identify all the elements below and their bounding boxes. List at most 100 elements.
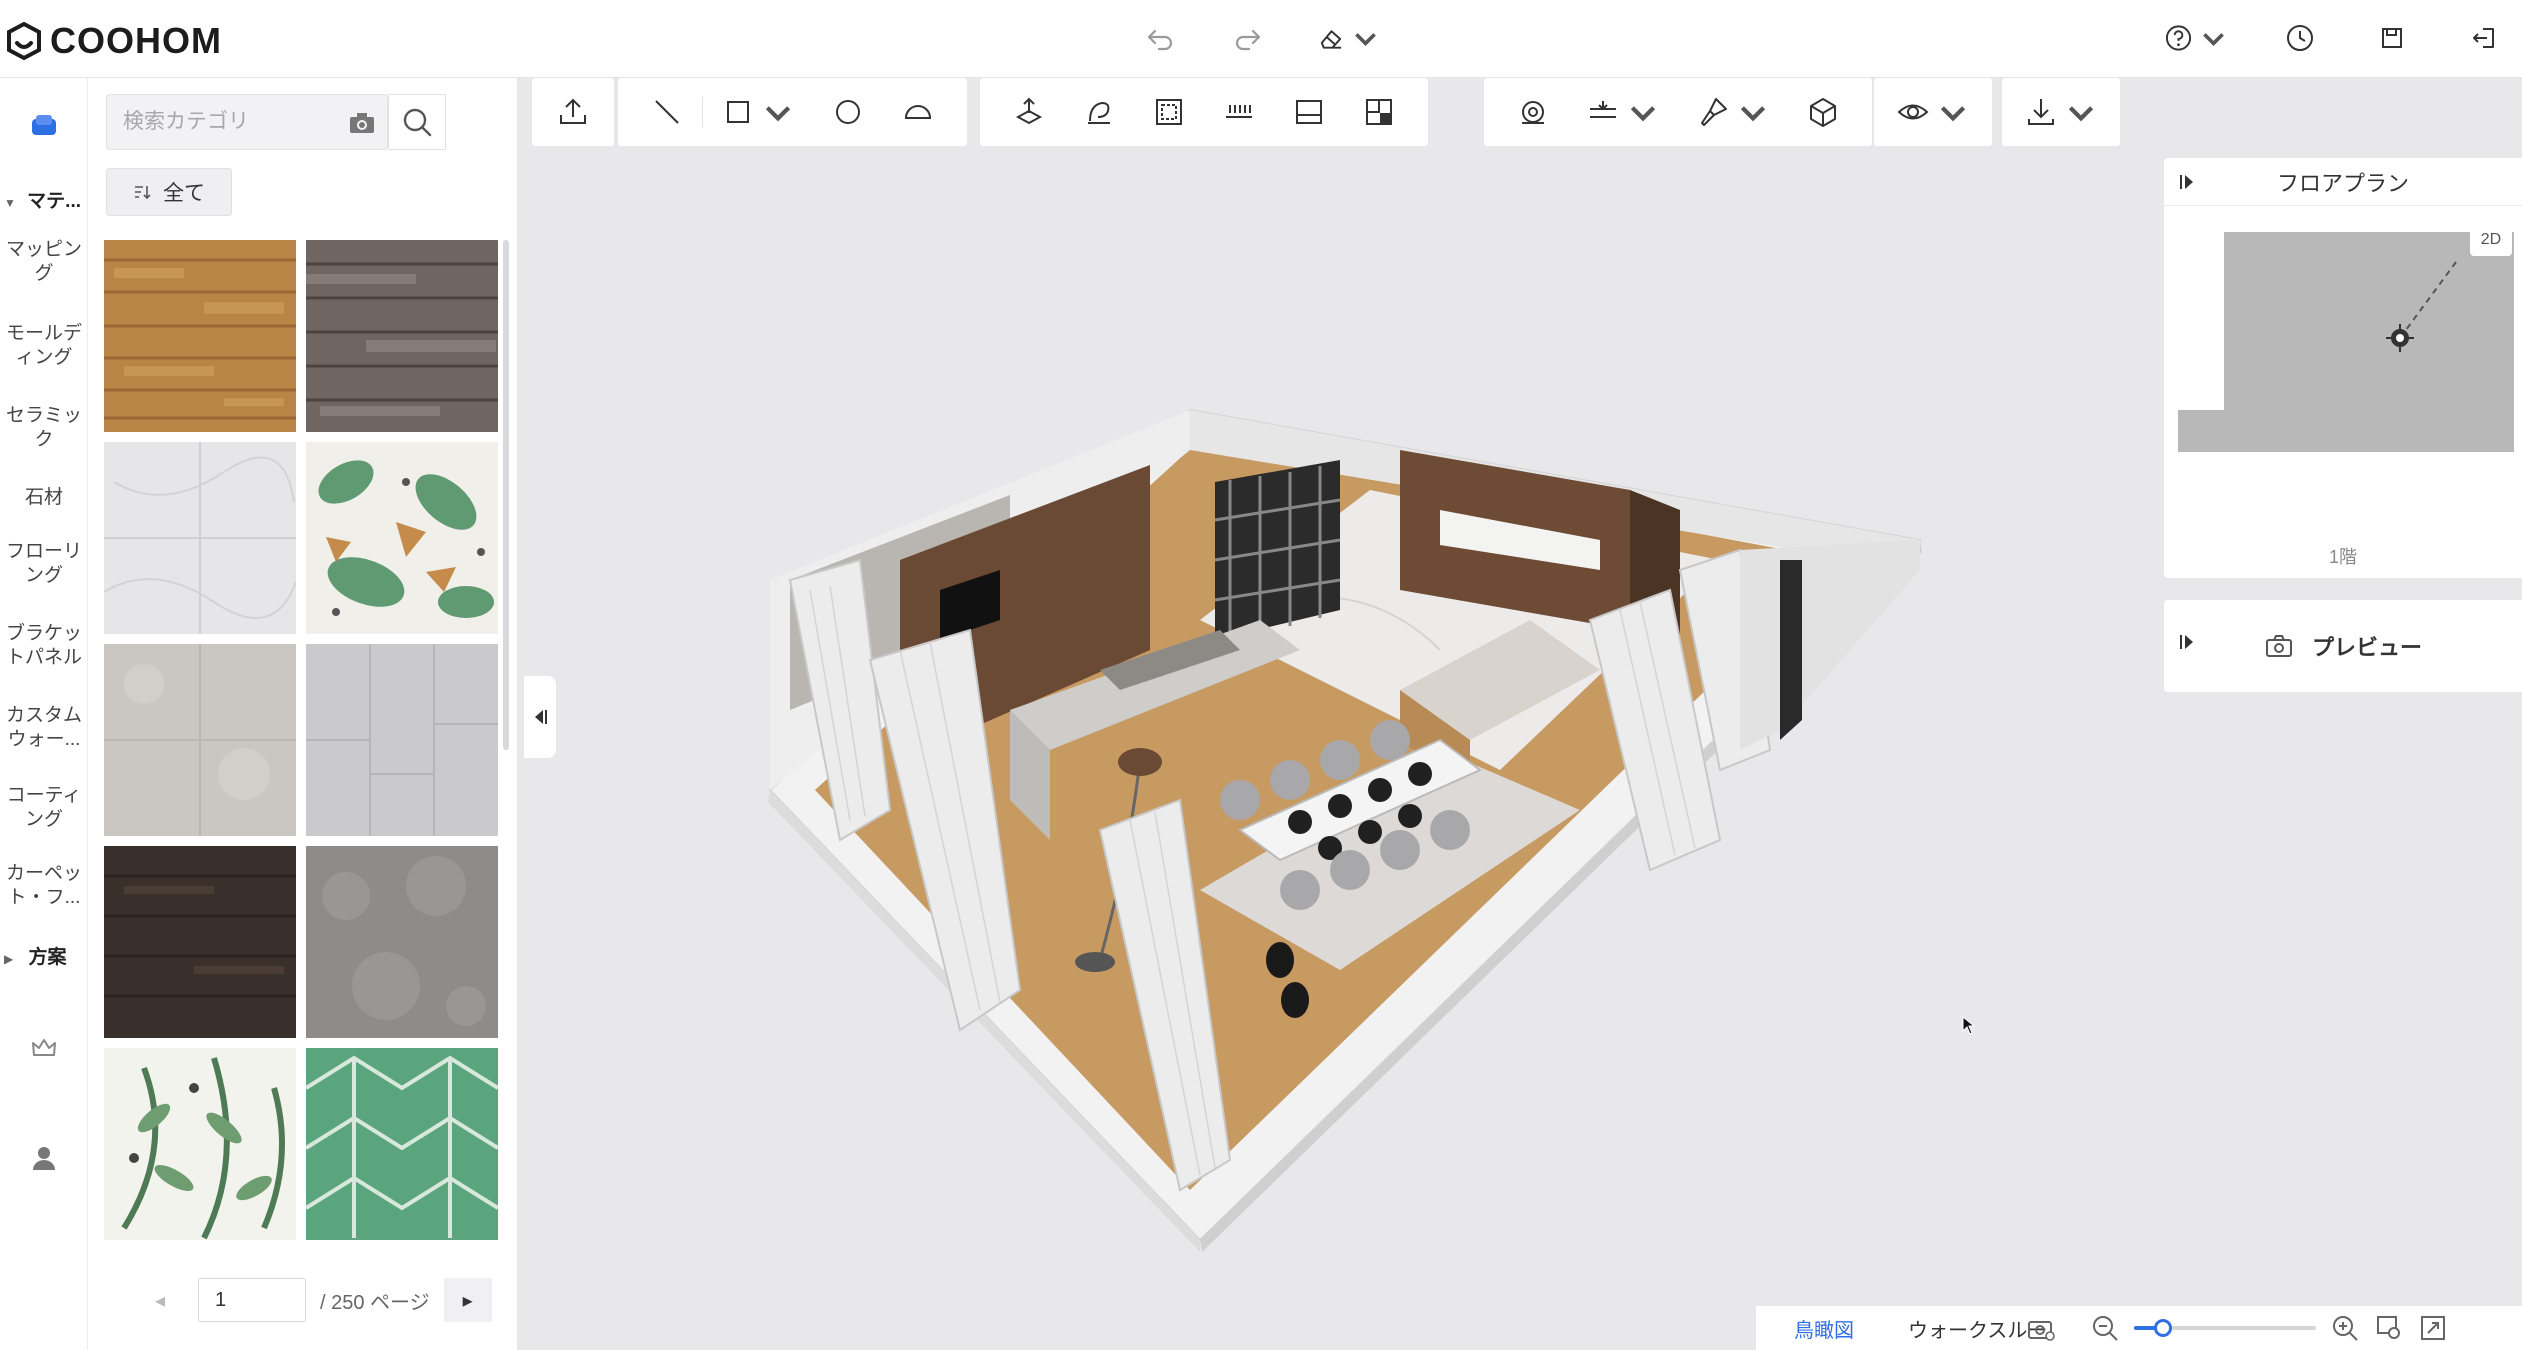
tool-group-upload <box>532 78 614 146</box>
chevron-down-icon <box>765 106 791 122</box>
align-icon <box>1366 99 1392 125</box>
draw-line-button[interactable] <box>632 78 702 146</box>
material-tile-wood-grey[interactable] <box>306 240 498 432</box>
rail-item-bracket-panel[interactable]: ブラケットパネル <box>0 622 88 670</box>
chevron-left-icon: ◂ <box>154 1289 166 1312</box>
clock-icon <box>2287 25 2313 51</box>
rail-section-plan[interactable]: ▶ 方案 <box>0 946 88 971</box>
tab-walkthrough[interactable]: ウォークスルー <box>1892 1314 2047 1343</box>
floorplan-title: フロアプラン <box>2276 170 2409 196</box>
zoom-slider-knob[interactable] <box>2154 1319 2173 1337</box>
history-button[interactable] <box>2280 18 2320 58</box>
help-dropdown[interactable] <box>2164 18 2228 58</box>
caret-right-icon: ▶ <box>4 952 14 966</box>
grid-align-button[interactable] <box>1344 78 1414 146</box>
chevron-down-icon <box>2203 33 2224 47</box>
expand-panel-icon[interactable] <box>2178 172 2198 192</box>
user-icon <box>33 1147 55 1170</box>
visibility-dropdown[interactable] <box>1878 78 1988 146</box>
save-button[interactable] <box>2372 18 2412 58</box>
rail-item-flooring[interactable]: フローリング <box>0 540 88 588</box>
chevron-down-icon <box>1740 106 1766 122</box>
rail-section-material[interactable]: ▼ マテ... <box>0 190 88 215</box>
level-dropdown[interactable] <box>1568 78 1678 146</box>
floorplan-minimap[interactable] <box>2178 226 2516 476</box>
zoom-slider[interactable] <box>2134 1319 2316 1337</box>
filter-all-button[interactable]: 全て <box>106 168 232 216</box>
material-tile-tropical-leaves[interactable] <box>306 442 498 634</box>
material-tile-green-geometric[interactable] <box>304 1048 498 1240</box>
rail-premium-button[interactable] <box>22 1026 66 1070</box>
rail-material-button[interactable] <box>22 104 66 148</box>
loft-button[interactable] <box>1064 78 1134 146</box>
caret-down-icon: ▼ <box>4 196 16 210</box>
exit-button[interactable] <box>2464 18 2504 58</box>
paint-brush-dropdown[interactable] <box>1678 78 1788 146</box>
draw-circle-button[interactable] <box>813 78 883 146</box>
rail-item-mapping[interactable]: マッピング <box>0 238 88 286</box>
expand-panel-icon[interactable] <box>2178 632 2198 652</box>
material-tile-grey-stone[interactable] <box>306 846 498 1038</box>
eraser-dropdown[interactable] <box>1316 18 1380 58</box>
page-number-input[interactable]: 1 <box>198 1278 306 1322</box>
camera-icon[interactable] <box>347 109 377 137</box>
rail-item-ceramic[interactable]: セラミック <box>0 404 88 452</box>
tool-group-material <box>1484 78 1872 146</box>
extrude-button[interactable] <box>994 78 1064 146</box>
material-tile-dark-wood[interactable] <box>104 846 296 1038</box>
rectangle-icon <box>727 101 749 123</box>
download-dropdown[interactable] <box>2006 78 2116 146</box>
search-input[interactable] <box>123 110 363 134</box>
chevron-down-icon <box>1355 33 1376 47</box>
rail-item-carpet[interactable]: カーペット・フ... <box>0 862 88 910</box>
draw-rectangle-dropdown[interactable] <box>703 78 813 146</box>
redo-button[interactable] <box>1228 18 1268 58</box>
3d-viewport[interactable] <box>540 150 2150 1300</box>
tool-group-export <box>2002 78 2120 146</box>
rail-item-custom-wall[interactable]: カスタムウォー... <box>0 704 88 752</box>
preview-panel[interactable]: プレビュー <box>2164 600 2522 692</box>
tool-group-view <box>1874 78 1992 146</box>
camera-icon <box>2265 635 2292 657</box>
divide-button[interactable] <box>1204 78 1274 146</box>
chevron-down-icon <box>1630 106 1656 122</box>
zoom-in-icon[interactable] <box>2330 1313 2360 1343</box>
app-logo[interactable]: COOHOM <box>4 20 222 62</box>
rail-item-molding[interactable]: モールディング <box>0 322 88 370</box>
prev-page-button[interactable]: ◂ <box>136 1278 184 1322</box>
3d-model-button[interactable] <box>1788 78 1858 146</box>
view-2d-toggle[interactable]: 2D <box>2470 224 2512 256</box>
scrollbar[interactable] <box>503 240 509 750</box>
help-icon <box>2165 25 2192 51</box>
material-tile-palm-leaves[interactable] <box>104 1048 296 1240</box>
next-page-button[interactable]: ▸ <box>443 1278 492 1322</box>
material-tile-wood-warm[interactable] <box>104 240 296 432</box>
mouse-cursor-icon <box>1962 1016 1976 1035</box>
upload-icon <box>560 98 586 124</box>
screenshot-icon[interactable] <box>2026 1314 2056 1342</box>
offset-button[interactable] <box>1134 78 1204 146</box>
zoom-out-icon[interactable] <box>2090 1313 2120 1343</box>
panel-icon <box>1296 100 1322 124</box>
eraser-icon <box>1320 30 1342 49</box>
circle-icon <box>836 100 860 124</box>
material-tile-stone-beige[interactable] <box>104 644 296 836</box>
zoom-fit-icon[interactable] <box>2374 1313 2404 1343</box>
material-picker-button[interactable] <box>1498 78 1568 146</box>
material-library-panel: 全て ◂ <box>88 78 518 1350</box>
upload-button[interactable] <box>538 78 608 146</box>
rail-item-stone[interactable]: 石材 <box>0 486 88 510</box>
panel-split-button[interactable] <box>1274 78 1344 146</box>
material-tile-marble-white[interactable] <box>104 442 297 634</box>
save-icon <box>2382 28 2402 48</box>
tab-aerial-view[interactable]: 鳥瞰図 <box>1756 1314 1892 1343</box>
tool-group-draw <box>618 78 967 146</box>
material-tile-grey-tiles[interactable] <box>306 644 498 836</box>
fullscreen-icon[interactable] <box>2418 1313 2448 1343</box>
loft-icon <box>1088 101 1110 124</box>
undo-button[interactable] <box>1140 18 1180 58</box>
draw-arc-button[interactable] <box>883 78 953 146</box>
rail-item-coating[interactable]: コーティング <box>0 784 88 832</box>
search-button[interactable] <box>388 94 446 150</box>
rail-account-button[interactable] <box>22 1136 66 1180</box>
